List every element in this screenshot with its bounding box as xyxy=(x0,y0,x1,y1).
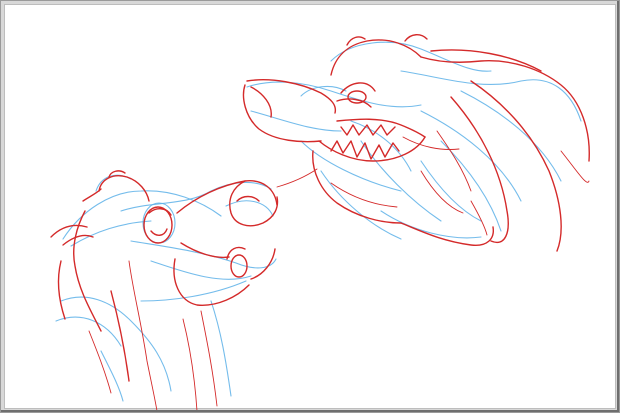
image-frame xyxy=(0,0,620,413)
left-dog-linework xyxy=(50,170,279,412)
right-dog xyxy=(242,34,590,252)
left-dog xyxy=(50,170,279,412)
left-dog-construction xyxy=(55,174,277,402)
snout-tension-line xyxy=(276,168,318,188)
right-dog-linework xyxy=(242,34,590,252)
sketch-drawing xyxy=(50,34,590,412)
